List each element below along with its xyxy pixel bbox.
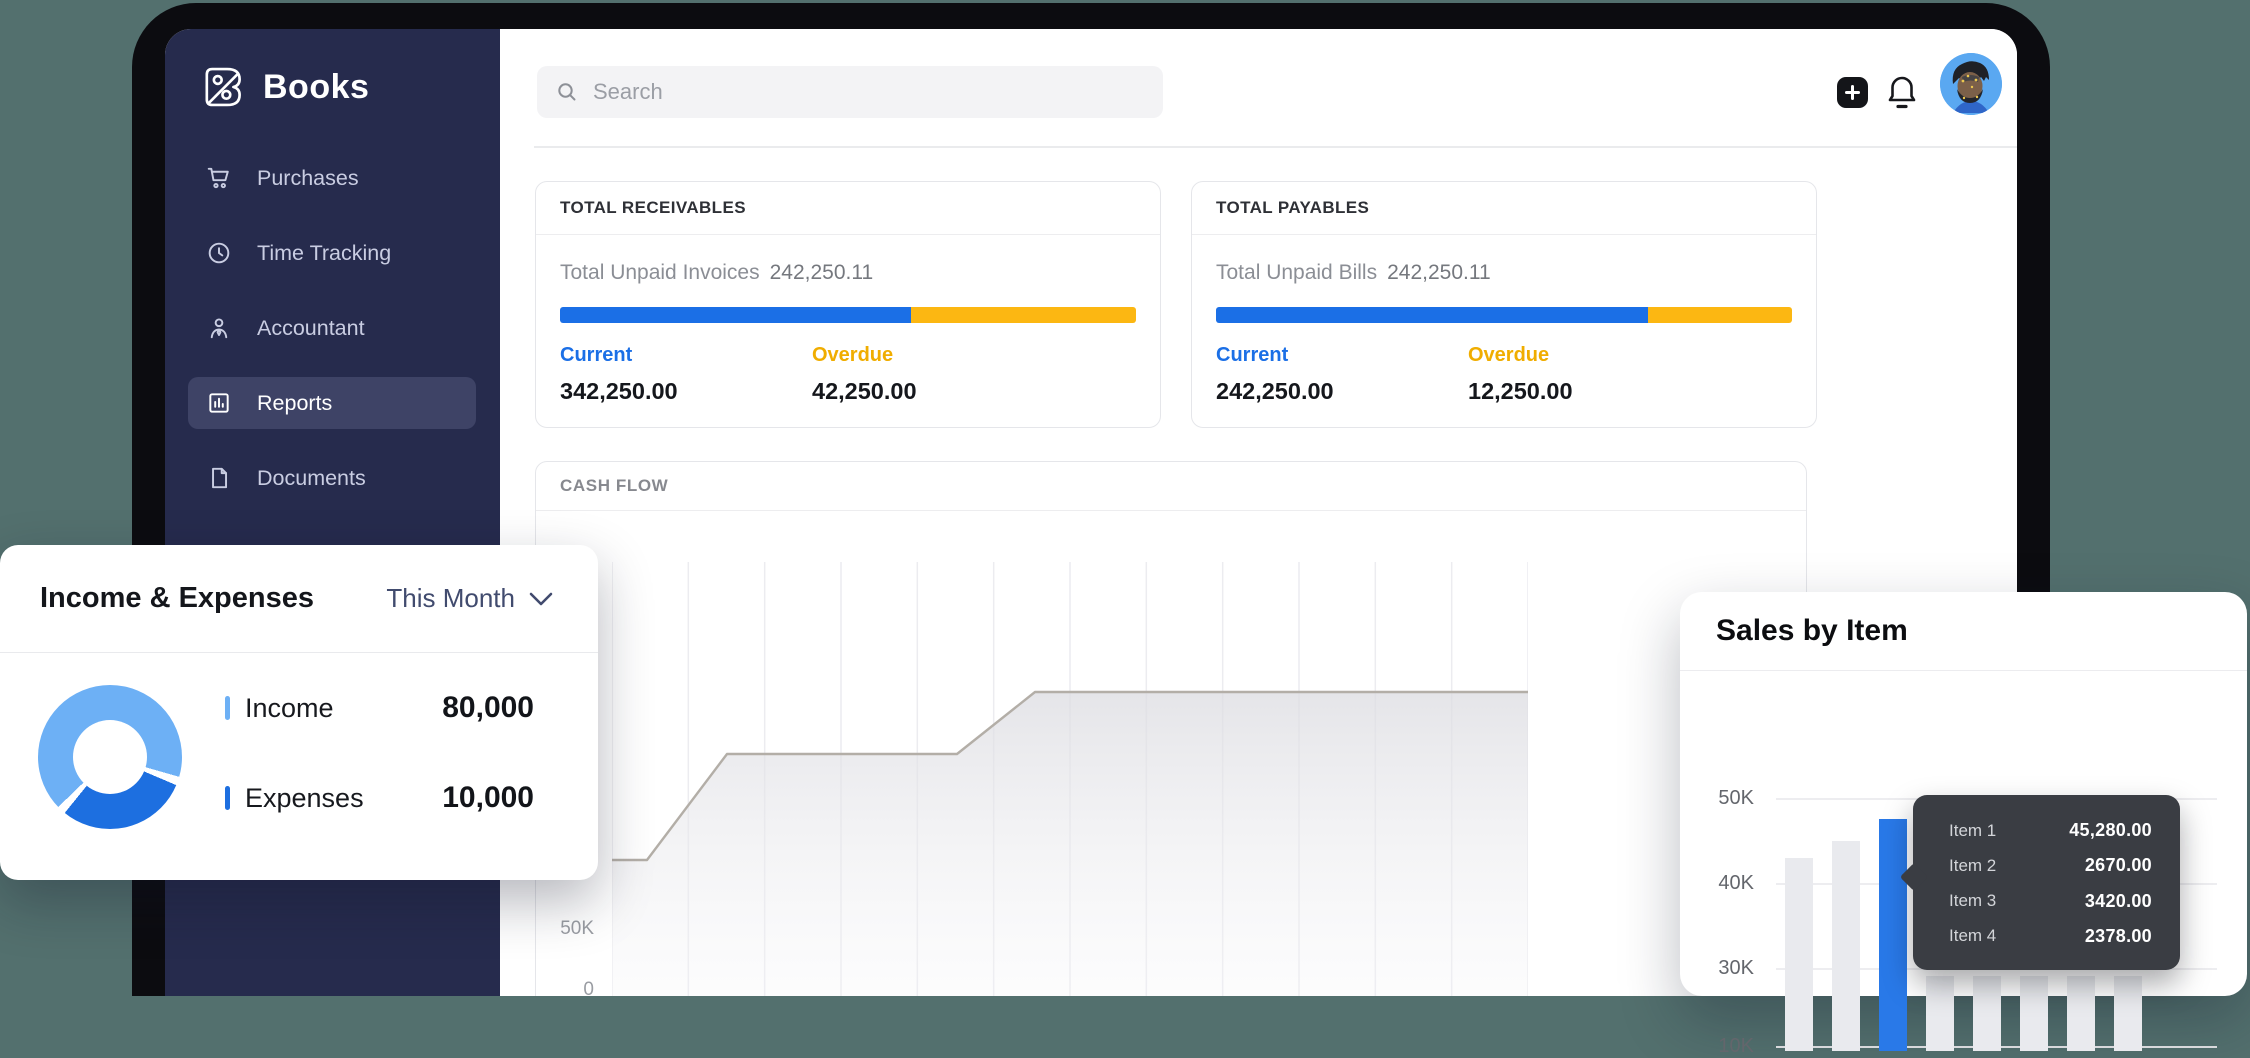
overdue-value: 12,250.00 (1468, 378, 1720, 405)
y-axis-label: 50K (1702, 787, 1754, 810)
sales-by-item-header: Sales by Item (1680, 592, 2247, 671)
tooltip-row: Item 4 2378.00 (1949, 926, 2152, 947)
income-label: Income (245, 693, 334, 724)
sidebar-item-time-tracking[interactable]: Time Tracking (188, 227, 476, 279)
cash-flow-area-chart (612, 562, 1528, 996)
card-title: TOTAL PAYABLES (1192, 182, 1816, 235)
notifications-bell-icon[interactable] (1886, 74, 1918, 112)
current-label: Current (560, 344, 812, 367)
total-receivables-card: TOTAL RECEIVABLES Total Unpaid Invoices2… (535, 181, 1161, 428)
bar[interactable] (2020, 976, 2048, 1051)
overdue-label: Overdue (812, 344, 1064, 367)
clock-icon (206, 240, 232, 266)
card-title: CASH FLOW (536, 462, 1806, 511)
expenses-tick-icon (225, 786, 230, 810)
income-expenses-donut-chart[interactable] (38, 685, 182, 829)
books-logo-icon (199, 62, 249, 112)
cart-icon (206, 165, 232, 191)
y-axis-label: 40K (1702, 872, 1754, 895)
period-dropdown[interactable]: This Month (386, 545, 554, 652)
search-bar[interactable] (537, 66, 1163, 118)
sidebar-item-label: Purchases (257, 166, 359, 191)
sidebar-item-reports[interactable]: Reports (188, 377, 476, 429)
current-segment (560, 307, 911, 323)
sidebar-item-label: Time Tracking (257, 241, 391, 266)
tooltip-row: Item 1 45,280.00 (1949, 820, 2152, 841)
total-payables-card: TOTAL PAYABLES Total Unpaid Bills242,250… (1191, 181, 1817, 428)
search-icon (555, 80, 579, 104)
current-segment (1216, 307, 1648, 323)
payables-split-bar (1216, 307, 1792, 323)
current-value: 242,250.00 (1216, 378, 1468, 405)
period-value: This Month (386, 583, 515, 614)
tooltip-row: Item 2 2670.00 (1949, 855, 2152, 876)
receivables-split-bar (560, 307, 1136, 323)
current-value: 342,250.00 (560, 378, 812, 405)
card-title: TOTAL RECEIVABLES (536, 182, 1160, 235)
sales-bar-chart: Item 1 45,280.00 Item 2 2670.00 Item 3 3… (1680, 670, 2247, 996)
accountant-icon (206, 315, 232, 341)
unpaid-summary: Total Unpaid Invoices242,250.11 (560, 261, 1136, 285)
tooltip-row: Item 3 3420.00 (1949, 891, 2152, 912)
user-avatar[interactable] (1940, 53, 2002, 115)
sidebar-nav: Purchases Time Tracking (188, 152, 476, 527)
y-axis-label-0: 0 (536, 979, 594, 996)
sidebar-item-label: Documents (257, 466, 366, 491)
bar-highlighted[interactable] (1879, 819, 1907, 1051)
bar[interactable] (2114, 976, 2142, 1051)
topbar-divider (534, 146, 2017, 148)
cash-flow-card: CASH FLOW 50K 0 (535, 461, 1807, 996)
bar[interactable] (1832, 841, 1860, 1052)
bar[interactable] (1973, 976, 2001, 1051)
y-axis-label: 10K (1702, 1035, 1754, 1058)
legend-row-expenses: Expenses 10,000 (225, 781, 534, 815)
income-expenses-header: Income & Expenses This Month (0, 545, 598, 653)
chevron-down-icon (528, 591, 554, 607)
bar[interactable] (1926, 976, 1954, 1051)
expenses-label: Expenses (245, 783, 364, 814)
card-title: Sales by Item (1680, 592, 2247, 670)
expenses-value: 10,000 (442, 781, 534, 815)
search-input[interactable] (591, 78, 1145, 106)
sidebar-item-accountant[interactable]: Accountant (188, 302, 476, 354)
unpaid-summary: Total Unpaid Bills242,250.11 (1216, 261, 1792, 285)
y-axis-label-50k: 50K (536, 918, 594, 940)
overdue-segment (911, 307, 1136, 323)
income-tick-icon (225, 696, 230, 720)
sidebar-item-label: Accountant (257, 316, 365, 341)
income-expenses-legend: Income 80,000 Expenses 10,000 (225, 691, 534, 815)
sidebar-item-purchases[interactable]: Purchases (188, 152, 476, 204)
current-label: Current (1216, 344, 1468, 367)
income-value: 80,000 (442, 691, 534, 725)
brand-name: Books (263, 68, 369, 107)
sales-by-item-card: Sales by Item Item 1 45,280.00 Item 2 26… (1680, 592, 2247, 996)
legend-row-income: Income 80,000 (225, 691, 534, 725)
bar-chart-icon (206, 390, 232, 416)
overdue-value: 42,250.00 (812, 378, 1064, 405)
overdue-label: Overdue (1468, 344, 1720, 367)
sidebar-item-label: Reports (257, 391, 332, 416)
sidebar-item-documents[interactable]: Documents (188, 452, 476, 504)
add-new-button[interactable] (1837, 77, 1868, 108)
bar[interactable] (2067, 976, 2095, 1051)
overdue-segment (1648, 307, 1792, 323)
document-icon (206, 465, 232, 491)
income-expenses-card: Income & Expenses This Month Income 80,0… (0, 545, 598, 880)
y-axis-label: 30K (1702, 957, 1754, 980)
chart-tooltip: Item 1 45,280.00 Item 2 2670.00 Item 3 3… (1913, 795, 2180, 970)
brand: Books (199, 62, 369, 112)
bar[interactable] (1785, 858, 1813, 1052)
card-title: Income & Expenses (40, 545, 314, 652)
